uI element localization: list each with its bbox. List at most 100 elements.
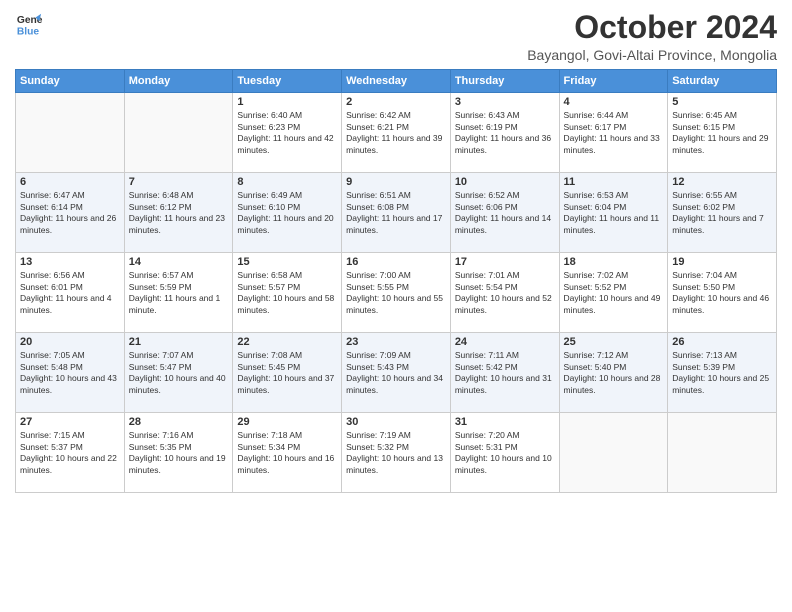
day-number: 25 (564, 336, 664, 348)
table-row: 13 Sunrise: 6:56 AMSunset: 6:01 PMDayligh… (16, 253, 125, 333)
col-wednesday: Wednesday (342, 70, 451, 93)
day-info: Sunrise: 7:13 AMSunset: 5:39 PMDaylight:… (672, 350, 772, 396)
day-info: Sunrise: 6:52 AMSunset: 6:06 PMDaylight:… (455, 190, 555, 236)
col-saturday: Saturday (668, 70, 777, 93)
table-row: 8 Sunrise: 6:49 AMSunset: 6:10 PMDaylight… (233, 173, 342, 253)
day-info: Sunrise: 6:42 AMSunset: 6:21 PMDaylight:… (346, 110, 446, 156)
day-info: Sunrise: 6:57 AMSunset: 5:59 PMDaylight:… (129, 270, 229, 316)
day-number: 14 (129, 256, 229, 268)
table-row (16, 93, 125, 173)
table-row: 6Sunrise: 6:47 AMSunset: 6:14 PMDaylight… (16, 173, 125, 253)
day-number: 28 (129, 416, 229, 428)
day-info: Sunrise: 6:45 AMSunset: 6:15 PMDaylight:… (672, 110, 772, 156)
day-number: 8 (237, 176, 337, 188)
table-row: 5 Sunrise: 6:45 AMSunset: 6:15 PMDaylight… (668, 93, 777, 173)
table-row: 18Sunrise: 7:02 AMSunset: 5:52 PMDayligh… (559, 253, 668, 333)
calendar-week-row: 6Sunrise: 6:47 AMSunset: 6:14 PMDaylight… (16, 173, 777, 253)
title-block: October 2024 Bayangol, Govi-Altai Provin… (527, 10, 777, 63)
day-number: 30 (346, 416, 446, 428)
day-info: Sunrise: 7:05 AMSunset: 5:48 PMDaylight:… (20, 350, 120, 396)
table-row: 23 Sunrise: 7:09 AMSunset: 5:43 PMDayligh… (342, 333, 451, 413)
day-info: Sunrise: 7:08 AMSunset: 5:45 PMDaylight:… (237, 350, 337, 396)
table-row: 4 Sunrise: 6:44 AMSunset: 6:17 PMDaylight… (559, 93, 668, 173)
table-row: 12 Sunrise: 6:55 AMSunset: 6:02 PMDayligh… (668, 173, 777, 253)
day-number: 27 (20, 416, 120, 428)
table-row: 3 Sunrise: 6:43 AMSunset: 6:19 PMDaylight… (450, 93, 559, 173)
col-sunday: Sunday (16, 70, 125, 93)
day-number: 22 (237, 336, 337, 348)
day-info: Sunrise: 7:18 AMSunset: 5:34 PMDaylight:… (237, 430, 337, 476)
day-info: Sunrise: 7:01 AMSunset: 5:54 PMDaylight:… (455, 270, 555, 316)
table-row: 11Sunrise: 6:53 AMSunset: 6:04 PMDayligh… (559, 173, 668, 253)
table-row: 30 Sunrise: 7:19 AMSunset: 5:32 PMDayligh… (342, 413, 451, 493)
day-info: Sunrise: 7:07 AMSunset: 5:47 PMDaylight:… (129, 350, 229, 396)
table-row: 31Sunrise: 7:20 AMSunset: 5:31 PMDayligh… (450, 413, 559, 493)
table-row: 22 Sunrise: 7:08 AMSunset: 5:45 PMDayligh… (233, 333, 342, 413)
day-number: 19 (672, 256, 772, 268)
day-info: Sunrise: 6:48 AMSunset: 6:12 PMDaylight:… (129, 190, 229, 236)
day-number: 20 (20, 336, 120, 348)
table-row (668, 413, 777, 493)
day-number: 10 (455, 176, 555, 188)
logo-icon: General Blue (15, 10, 43, 38)
day-info: Sunrise: 6:56 AMSunset: 6:01 PMDaylight:… (20, 270, 120, 316)
table-row: 24 Sunrise: 7:11 AMSunset: 5:42 PMDayligh… (450, 333, 559, 413)
table-row: 26Sunrise: 7:13 AMSunset: 5:39 PMDayligh… (668, 333, 777, 413)
day-number: 16 (346, 256, 446, 268)
logo: General Blue (15, 10, 43, 38)
day-info: Sunrise: 6:53 AMSunset: 6:04 PMDaylight:… (564, 190, 664, 236)
table-row: 17 Sunrise: 7:01 AMSunset: 5:54 PMDayligh… (450, 253, 559, 333)
calendar-table: Sunday Monday Tuesday Wednesday Thursday… (15, 69, 777, 493)
table-row: 28Sunrise: 7:16 AMSunset: 5:35 PMDayligh… (124, 413, 233, 493)
day-info: Sunrise: 7:00 AMSunset: 5:55 PMDaylight:… (346, 270, 446, 316)
table-row: 20 Sunrise: 7:05 AMSunset: 5:48 PMDayligh… (16, 333, 125, 413)
location-subtitle: Bayangol, Govi-Altai Province, Mongolia (527, 47, 777, 63)
table-row: 21 Sunrise: 7:07 AMSunset: 5:47 PMDayligh… (124, 333, 233, 413)
month-title: October 2024 (527, 10, 777, 45)
table-row: 19 Sunrise: 7:04 AMSunset: 5:50 PMDayligh… (668, 253, 777, 333)
header: General Blue October 2024 Bayangol, Govi… (15, 10, 777, 63)
day-number: 23 (346, 336, 446, 348)
day-info: Sunrise: 7:19 AMSunset: 5:32 PMDaylight:… (346, 430, 446, 476)
table-row: 25 Sunrise: 7:12 AMSunset: 5:40 PMDayligh… (559, 333, 668, 413)
day-info: Sunrise: 7:04 AMSunset: 5:50 PMDaylight:… (672, 270, 772, 316)
day-number: 17 (455, 256, 555, 268)
table-row (559, 413, 668, 493)
day-number: 13 (20, 256, 120, 268)
table-row (124, 93, 233, 173)
day-info: Sunrise: 7:15 AMSunset: 5:37 PMDaylight:… (20, 430, 120, 476)
table-row: 15 Sunrise: 6:58 AMSunset: 5:57 PMDayligh… (233, 253, 342, 333)
day-number: 3 (455, 96, 555, 108)
table-row: 27 Sunrise: 7:15 AMSunset: 5:37 PMDayligh… (16, 413, 125, 493)
day-info: Sunrise: 6:51 AMSunset: 6:08 PMDaylight:… (346, 190, 446, 236)
table-row: 29 Sunrise: 7:18 AMSunset: 5:34 PMDayligh… (233, 413, 342, 493)
day-number: 6 (20, 176, 120, 188)
day-info: Sunrise: 6:49 AMSunset: 6:10 PMDaylight:… (237, 190, 337, 236)
table-row: 14 Sunrise: 6:57 AMSunset: 5:59 PMDayligh… (124, 253, 233, 333)
calendar-week-row: 13 Sunrise: 6:56 AMSunset: 6:01 PMDayligh… (16, 253, 777, 333)
day-number: 18 (564, 256, 664, 268)
col-monday: Monday (124, 70, 233, 93)
day-info: Sunrise: 7:12 AMSunset: 5:40 PMDaylight:… (564, 350, 664, 396)
day-number: 5 (672, 96, 772, 108)
day-number: 1 (237, 96, 337, 108)
calendar-week-row: 27 Sunrise: 7:15 AMSunset: 5:37 PMDayligh… (16, 413, 777, 493)
day-number: 31 (455, 416, 555, 428)
day-info: Sunrise: 6:43 AMSunset: 6:19 PMDaylight:… (455, 110, 555, 156)
calendar-header-row: Sunday Monday Tuesday Wednesday Thursday… (16, 70, 777, 93)
col-friday: Friday (559, 70, 668, 93)
day-info: Sunrise: 6:58 AMSunset: 5:57 PMDaylight:… (237, 270, 337, 316)
calendar-week-row: 20 Sunrise: 7:05 AMSunset: 5:48 PMDayligh… (16, 333, 777, 413)
day-number: 24 (455, 336, 555, 348)
day-info: Sunrise: 6:44 AMSunset: 6:17 PMDaylight:… (564, 110, 664, 156)
day-number: 29 (237, 416, 337, 428)
day-info: Sunrise: 7:09 AMSunset: 5:43 PMDaylight:… (346, 350, 446, 396)
day-info: Sunrise: 7:11 AMSunset: 5:42 PMDaylight:… (455, 350, 555, 396)
day-info: Sunrise: 6:55 AMSunset: 6:02 PMDaylight:… (672, 190, 772, 236)
day-number: 4 (564, 96, 664, 108)
day-number: 12 (672, 176, 772, 188)
table-row: 16 Sunrise: 7:00 AMSunset: 5:55 PMDayligh… (342, 253, 451, 333)
day-number: 15 (237, 256, 337, 268)
calendar-week-row: 1Sunrise: 6:40 AMSunset: 6:23 PMDaylight… (16, 93, 777, 173)
day-number: 21 (129, 336, 229, 348)
